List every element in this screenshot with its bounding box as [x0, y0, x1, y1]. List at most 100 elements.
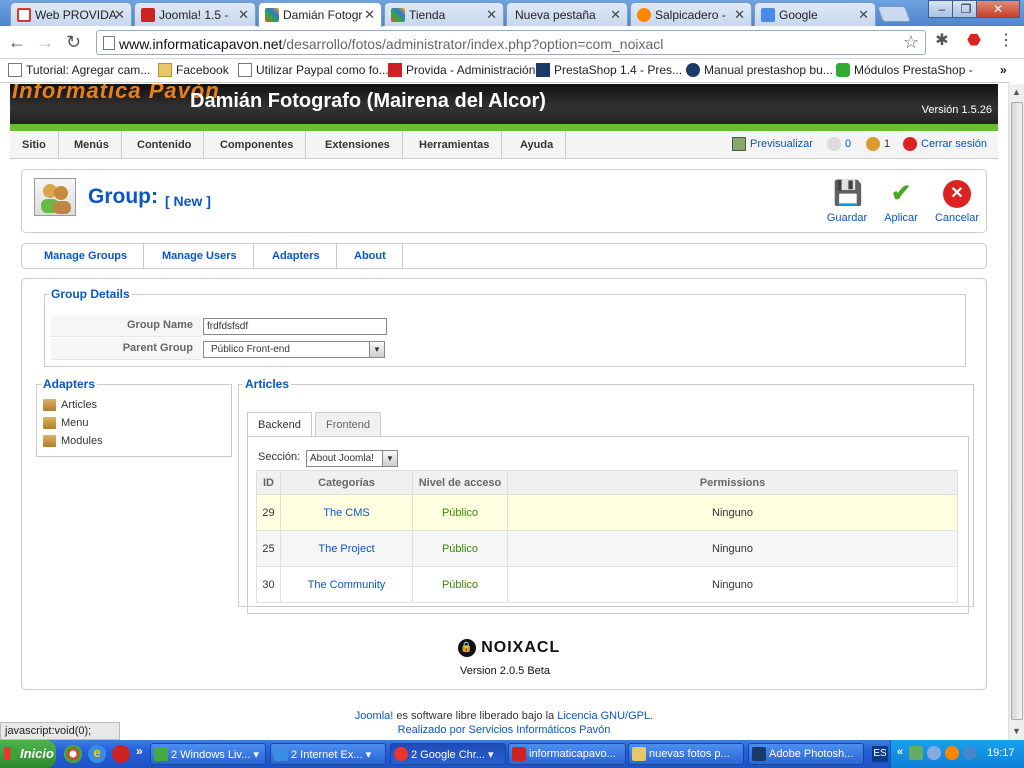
messages-count[interactable]: 0	[827, 137, 851, 151]
header-divider	[10, 124, 998, 131]
browser-tab[interactable]: Nueva pestaña ✕	[506, 2, 628, 26]
menu-item[interactable]: Menús	[62, 131, 122, 159]
tab-frontend[interactable]: Frontend	[315, 412, 382, 436]
logout-link[interactable]: Cerrar sesión	[903, 137, 987, 151]
browser-tab[interactable]: Google ✕	[754, 2, 876, 26]
joomla-link[interactable]: Joomla!	[355, 710, 394, 722]
browser-tab[interactable]: Salpicadero - ✕	[630, 2, 752, 26]
users-online: 1	[866, 137, 890, 151]
menu-item[interactable]: Extensiones	[313, 131, 403, 159]
browser-tab[interactable]: Tienda ✕	[384, 2, 504, 26]
reload-icon[interactable]: ↻	[66, 32, 81, 52]
cell-category[interactable]: The Community	[280, 566, 413, 603]
ie-icon[interactable]: e	[88, 745, 106, 763]
cancel-button[interactable]: ✕ Cancelar	[932, 180, 982, 224]
flash-icon[interactable]	[112, 745, 130, 763]
close-icon[interactable]: ✕	[364, 7, 375, 23]
star-icon[interactable]: ☆	[903, 32, 919, 53]
adblock-icon[interactable]: ⬣	[964, 31, 984, 51]
close-window-button[interactable]: ✕	[976, 0, 1020, 18]
tab-backend[interactable]: Backend	[247, 412, 312, 437]
messenger-icon	[154, 747, 168, 761]
cell-category[interactable]: The CMS	[280, 494, 413, 531]
browser-tab[interactable]: Joomla! 1.5 - ✕	[134, 2, 256, 26]
submenu-item[interactable]: Manage Users	[146, 244, 254, 268]
save-button[interactable]: 💾 Guardar	[822, 180, 872, 224]
taskbar-item[interactable]: nuevas fotos p...	[628, 743, 744, 765]
footer-credit[interactable]: Realizado por Servicios Informáticos Pav…	[0, 724, 1008, 736]
taskbar-item[interactable]: Adobe Photosh...	[748, 743, 864, 765]
vertical-scrollbar[interactable]: ▲ ▼	[1008, 84, 1024, 740]
cell-id: 25	[256, 530, 281, 567]
menu-item[interactable]: Herramientas	[407, 131, 503, 159]
new-tab-button[interactable]	[877, 6, 911, 22]
update-icon[interactable]	[963, 746, 977, 760]
close-icon[interactable]: ✕	[114, 7, 125, 23]
avast-icon[interactable]	[945, 746, 959, 760]
submenu-item[interactable]: About	[338, 244, 403, 268]
start-button[interactable]: Inicio	[0, 740, 56, 768]
bookmark-item[interactable]: Manual prestashop bu...	[686, 63, 833, 77]
menu-item[interactable]: Sitio	[10, 131, 59, 159]
scribd-icon	[686, 63, 700, 77]
bookmark-item[interactable]: PrestaShop 1.4 - Pres...	[536, 63, 682, 77]
address-bar[interactable]: www.informaticapavon.net/desarrollo/foto…	[96, 30, 926, 55]
section-select[interactable]: About Joomla! ▼	[306, 450, 398, 467]
column-header: Nivel de acceso	[412, 470, 508, 495]
scroll-up-icon[interactable]: ▲	[1012, 87, 1021, 97]
clock[interactable]: 19:17	[987, 747, 1015, 759]
close-icon[interactable]: ✕	[238, 7, 249, 23]
quicklaunch-more[interactable]: »	[136, 744, 143, 758]
noixacl-version: Version 2.0.5 Beta	[460, 665, 550, 677]
close-icon[interactable]: ✕	[486, 7, 497, 23]
taskbar-item[interactable]: 2 Windows Liv... ▾	[150, 743, 266, 765]
menu-item[interactable]: Componentes	[208, 131, 307, 159]
adapter-item[interactable]: Articles	[43, 399, 97, 411]
taskbar-item[interactable]: 2 Internet Ex... ▾	[270, 743, 386, 765]
menu-item[interactable]: Contenido	[125, 131, 205, 159]
submenu-item[interactable]: Adapters	[256, 244, 337, 268]
extension-icon[interactable]: ✱	[932, 31, 952, 51]
joomla-icon	[391, 8, 405, 22]
close-icon[interactable]: ✕	[734, 7, 745, 23]
cell-permissions[interactable]: Ninguno	[507, 566, 958, 603]
bookmark-item[interactable]: Provida - Administración	[388, 63, 535, 77]
browser-tab[interactable]: Web PROVIDA ✕	[10, 2, 132, 26]
menu-item[interactable]: Ayuda	[508, 131, 567, 159]
group-details-fieldset: Group Details Group Name frdfdsfsdf Pare…	[44, 287, 966, 367]
preview-link[interactable]: Previsualizar	[732, 137, 813, 151]
group-name-input[interactable]: frdfdsfsdf	[203, 318, 387, 335]
bookmark-item[interactable]: Módulos PrestaShop -	[836, 63, 973, 77]
adapter-item[interactable]: Menu	[43, 417, 89, 429]
forward-icon[interactable]: →	[36, 32, 54, 52]
cell-permissions[interactable]: Ninguno	[507, 530, 958, 567]
submenu-item[interactable]: Manage Groups	[28, 244, 145, 268]
parent-group-select[interactable]: Público Front-end ▼	[203, 341, 385, 358]
bookmark-item[interactable]: Tutorial: Agregar cam...	[8, 63, 150, 77]
apply-button[interactable]: ✔ Aplicar	[876, 180, 926, 224]
adapter-item[interactable]: Modules	[43, 435, 103, 447]
license-link[interactable]: Licencia GNU/GPL	[557, 710, 650, 722]
chrome-icon[interactable]	[64, 745, 82, 763]
back-icon[interactable]: ←	[8, 32, 26, 52]
taskbar-item-active[interactable]: 2 Google Chr... ▾	[390, 743, 506, 765]
scroll-down-icon[interactable]: ▼	[1012, 726, 1021, 736]
tray-expand[interactable]: «	[897, 746, 903, 758]
browser-tab-active[interactable]: Damián Fotogr ✕	[258, 2, 382, 27]
network-icon[interactable]	[909, 746, 923, 760]
puzzle-icon	[836, 63, 850, 77]
close-icon[interactable]: ✕	[610, 7, 621, 23]
page-icon	[8, 63, 22, 77]
bookmark-item[interactable]: Utilizar Paypal como fo...	[238, 63, 389, 77]
close-icon[interactable]: ✕	[858, 7, 869, 23]
taskbar-item[interactable]: informaticapavo...	[508, 743, 626, 765]
cell-category[interactable]: The Project	[280, 530, 413, 567]
windows-flag-icon	[4, 747, 17, 760]
bookmark-item[interactable]: Facebook	[158, 63, 229, 77]
cell-permissions[interactable]: Ninguno	[507, 494, 958, 531]
language-indicator[interactable]: ES	[872, 746, 888, 762]
wrench-icon[interactable]: ⋮	[996, 31, 1016, 51]
more-bookmarks-button[interactable]: »	[1000, 63, 1007, 77]
scroll-thumb[interactable]	[1011, 102, 1023, 720]
users-icon[interactable]	[927, 746, 941, 760]
